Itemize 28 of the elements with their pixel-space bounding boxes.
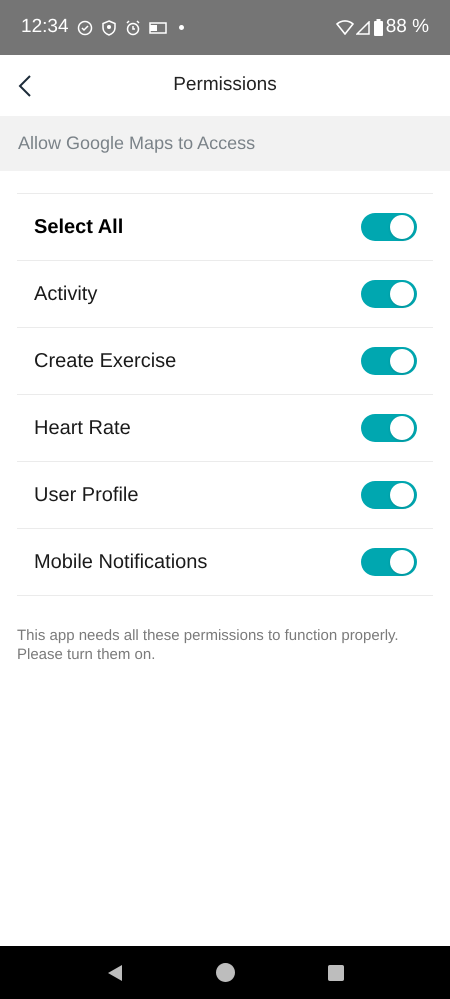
page-title: Permissions <box>173 73 277 98</box>
battery-text: 88 % <box>386 15 429 40</box>
toggle-switch[interactable] <box>361 548 417 576</box>
signal-icon <box>356 20 370 34</box>
toggle-switch[interactable] <box>361 481 417 509</box>
check-circle-icon <box>76 20 93 36</box>
permission-label: User Profile <box>34 483 138 508</box>
toggle-switch[interactable] <box>361 414 417 442</box>
section-title: Allow Google Maps to Access <box>18 132 256 155</box>
shield-icon <box>100 20 117 36</box>
permissions-note: This app needs all these permissions to function properly. Please turn them on. <box>17 626 400 664</box>
battery-icon <box>374 19 383 36</box>
permission-label: Select All <box>34 215 124 240</box>
permission-label: Mobile Notifications <box>34 550 208 575</box>
back-triangle-icon[interactable] <box>106 964 122 982</box>
toggle-switch[interactable] <box>361 213 417 241</box>
permission-label: Activity <box>34 282 98 307</box>
toggle-switch[interactable] <box>361 280 417 308</box>
wifi-icon <box>336 20 354 35</box>
overview-square-icon[interactable] <box>328 964 344 980</box>
toggle-switch[interactable] <box>361 347 417 375</box>
back-icon <box>18 74 32 98</box>
clock-text: 12:34 <box>21 15 69 40</box>
dot-icon <box>178 25 184 30</box>
permission-label: Create Exercise <box>34 349 176 374</box>
home-circle-icon[interactable] <box>216 963 234 982</box>
permission-label: Heart Rate <box>34 416 131 441</box>
alarm-icon <box>124 20 141 36</box>
